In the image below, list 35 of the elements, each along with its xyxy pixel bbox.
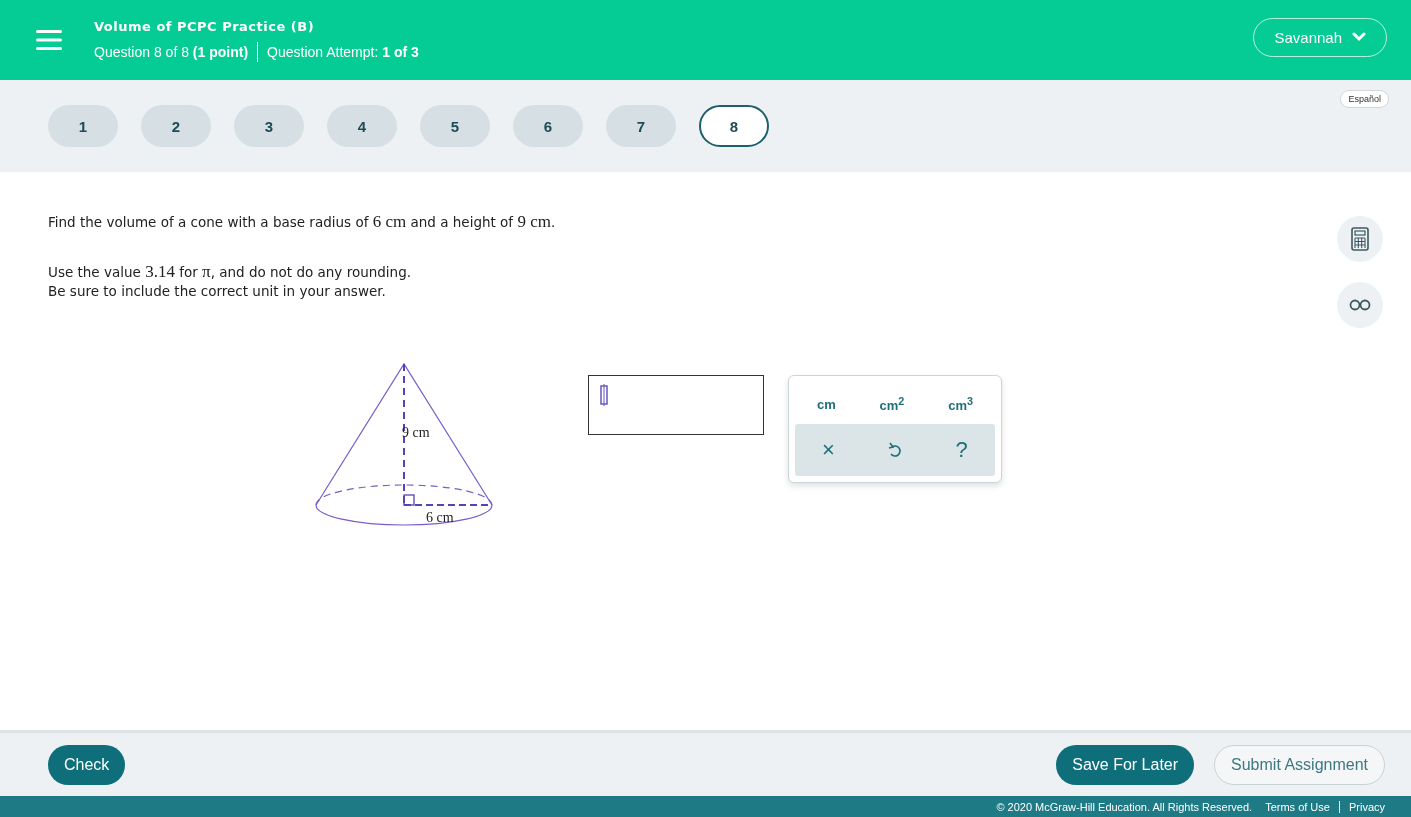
question-number-button[interactable]: 6 — [513, 105, 583, 147]
question-text: Be sure to include the correct unit in your answer. — [48, 282, 387, 301]
question-text: Use the value 3.14 for π, and do not do any rounding. — [48, 262, 412, 282]
help-button[interactable]: ? — [946, 436, 977, 465]
submit-assignment-button[interactable]: Submit Assignment — [1214, 744, 1385, 785]
answer-field[interactable] — [588, 375, 764, 435]
question-number-button[interactable]: 8 — [699, 105, 769, 147]
unit-button[interactable]: cm$^{3}$ — [942, 394, 980, 415]
text-cursor-icon — [599, 384, 609, 406]
unit-button[interactable]: cm$^{2}$ — [873, 394, 911, 415]
question-number-button[interactable]: 2 — [141, 105, 211, 147]
copyright-text: © 2020 McGraw-Hill Education. All Rights Reserved. — [996, 800, 1253, 813]
footer-link[interactable]: Terms of Use — [1265, 800, 1330, 813]
unit-button[interactable]: cm — [810, 394, 842, 415]
question-number-button[interactable]: 4 — [327, 105, 397, 147]
question-text: Find the volume of a cone with a base radius of 6 cm and a height of 9 cm. — [48, 212, 557, 232]
footer-link[interactable]: Privacy — [1348, 800, 1385, 813]
undo-icon — [888, 441, 902, 460]
clear-button[interactable]: × — [813, 436, 844, 465]
cone-drawing: 9 cm 6 cm — [306, 359, 496, 529]
save-for-later-button[interactable]: Save For Later — [1056, 744, 1195, 785]
question-number-button[interactable]: 1 — [48, 105, 118, 147]
glasses-button[interactable] — [1337, 282, 1383, 328]
check-button[interactable]: Check — [48, 744, 126, 785]
question-info: Question 8 of 8 (1 point) — [94, 43, 249, 60]
attempt-info: Question Attempt: 1 of 3 — [267, 43, 419, 60]
language-button[interactable]: Español — [1340, 90, 1389, 108]
question-number-button[interactable]: 3 — [234, 105, 304, 147]
glasses-icon — [1349, 299, 1371, 311]
assignment-title: Volume of PCPC Practice (B) — [94, 18, 316, 34]
calculator-button[interactable] — [1337, 216, 1383, 262]
chevron-down-icon — [1352, 32, 1366, 42]
question-number-button[interactable]: 5 — [420, 105, 490, 147]
question-number-button[interactable]: 7 — [606, 105, 676, 147]
calculator-icon — [1351, 227, 1369, 251]
